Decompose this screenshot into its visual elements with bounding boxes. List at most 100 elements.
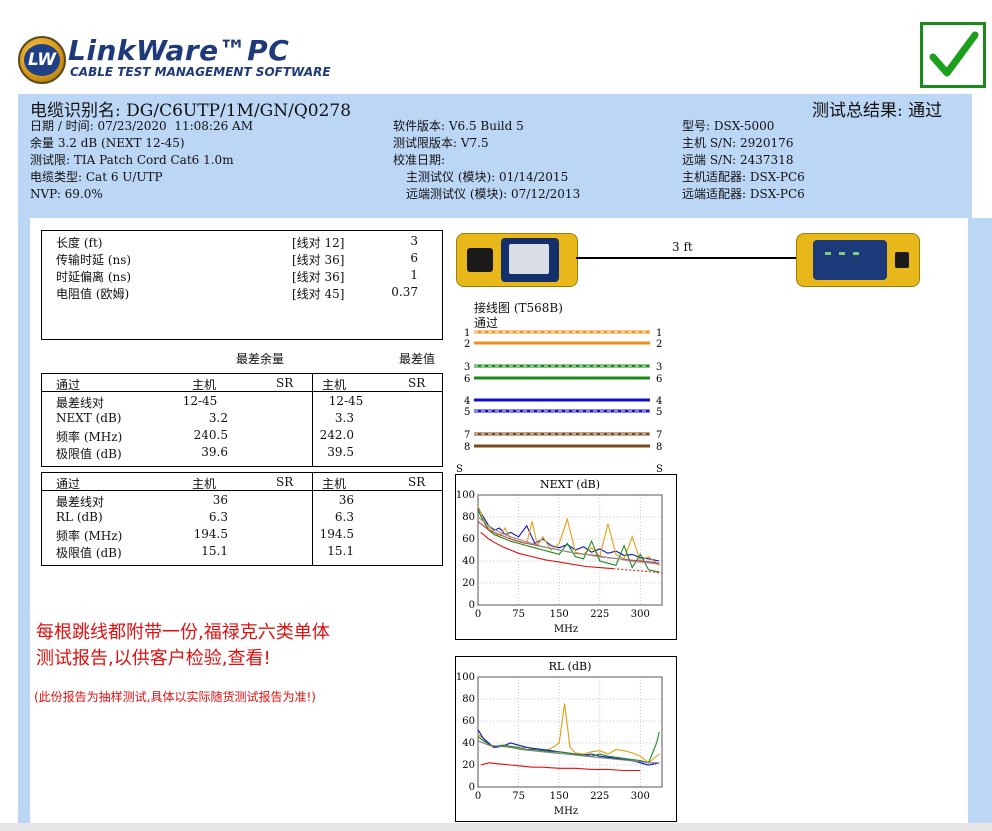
- next-row-label: 最差线对: [56, 396, 105, 410]
- rl-sr-header: SR: [276, 475, 294, 489]
- summary-middle-line: 测试限版本: V7.5: [393, 136, 489, 150]
- next-chart: NEXT (dB)0204060801000 75 150 225 300MHz: [456, 478, 663, 635]
- wiremap-diagram: 1 12 23 36 64 45 57 78 8S S: [456, 328, 663, 474]
- note-line-1: 每根跳线都附带一份,福禄克六类单体: [36, 622, 330, 643]
- rl-ytick-label: 100: [456, 672, 475, 683]
- rl-row-host: 6.3: [208, 510, 228, 524]
- wiremap-pin-left: 3: [464, 362, 470, 373]
- rl-row-label: 最差线对: [56, 495, 105, 509]
- summary-right-line: 型号: DSX-5000: [682, 119, 775, 133]
- right-border: [968, 218, 992, 831]
- delay-skew-value: 1: [410, 268, 418, 282]
- next-xtick-label: 150: [550, 609, 569, 620]
- rl-sr-header-2: SR: [408, 475, 426, 489]
- resistance-pair: [线对 45]: [292, 287, 345, 301]
- rl-row-label: RL (dB): [56, 510, 103, 524]
- next-xtick-label: 75: [512, 609, 525, 620]
- next-sr-header: SR: [276, 376, 294, 390]
- length-value: 3: [410, 234, 418, 248]
- wiremap-pin-right: 6: [656, 374, 662, 385]
- length-delay-box: 长度 (ft) [线对 12] 3 传输时延 (ns) [线对 36] 6 时延…: [41, 230, 443, 340]
- summary-left-line: NVP: 69.0%: [30, 187, 103, 201]
- rl-row-host: 36: [212, 493, 228, 507]
- summary-left-line: 电缆类型: Cat 6 U/UTP: [30, 170, 163, 184]
- length-label: 长度 (ft): [56, 236, 103, 250]
- next-row-label: NEXT (dB): [56, 411, 122, 425]
- left-border: [18, 218, 30, 831]
- rl-xtick-label: 300: [631, 791, 650, 802]
- note-line-2: 测试报告,以供客户检验,查看!: [36, 648, 271, 669]
- rl-row-host: 15.1: [201, 544, 228, 558]
- wiremap-shield-right: S: [656, 464, 663, 474]
- wiremap-pin-right: 5: [656, 407, 662, 418]
- rl-row-label: 极限值 (dB): [56, 546, 122, 560]
- rl-chart-box: RL (dB) 0 20 40 60 80 100 0 75 150 225 300 MHz: [455, 656, 677, 822]
- next-row-host: 3.2: [208, 411, 228, 425]
- main-tester-image: [456, 233, 578, 287]
- link-length: 3 ft: [672, 240, 693, 254]
- summary-middle-line: 软件版本: V6.5 Build 5: [393, 119, 524, 133]
- summary-middle-line: 远端测试仪 (模块): 07/12/2013: [406, 187, 581, 201]
- next-ytick-label: 60: [462, 534, 475, 545]
- remote-tester-image: [796, 233, 920, 287]
- wiremap-pin-right: 3: [656, 362, 662, 373]
- worst-value-header: 最差值: [399, 352, 436, 366]
- wiremap-pin-right: 2: [656, 339, 662, 350]
- wiremap-pin-left: 7: [464, 430, 470, 441]
- worst-margin-header: 最差余量: [236, 352, 285, 366]
- wiremap-pin-left: 8: [464, 442, 470, 453]
- summary-right-line: 远端适配器: DSX-PC6: [682, 187, 805, 201]
- next-series-line-3: [477, 510, 660, 573]
- rl-row-label: 频率 (MHz): [56, 529, 123, 543]
- next-row-host-2: 39.5: [327, 445, 354, 459]
- next-row-label: 极限值 (dB): [56, 447, 122, 461]
- next-plot-area: [477, 494, 663, 606]
- summary-left-line: 测试限: TIA Patch Cord Cat6 1.0m: [30, 153, 234, 167]
- pass-check-icon: [920, 22, 986, 88]
- next-xtick-label: 300: [631, 609, 650, 620]
- next-chart-box: NEXT (dB) 0 20 40 60 80 100 0 75 150 225 300 MHz: [455, 474, 677, 640]
- wiremap-pin-right: 1: [656, 328, 662, 339]
- rl-host-header-2: 主机: [322, 477, 347, 491]
- next-table: 通过 主机 SR 主机 SR 最差线对 12-45 12-45 NEXT (dB…: [41, 373, 443, 467]
- rl-xaxis-label: MHz: [554, 806, 578, 817]
- rl-row-host-2: 6.3: [334, 510, 354, 524]
- rl-row-host-2: 194.5: [319, 527, 354, 541]
- summary-right-line: 远端 S/N: 2437318: [682, 153, 794, 167]
- summary-right-line: 主机适配器: DSX-PC6: [682, 170, 805, 184]
- wiremap-pin-right: 4: [656, 396, 662, 407]
- rl-xtick-label: 225: [590, 791, 609, 802]
- rl-row-host-2: 15.1: [327, 544, 354, 558]
- rl-table: 通过 主机 SR 主机 SR 最差线对 36 36 RL (dB) 6.3 6.…: [41, 472, 443, 566]
- bottom-scrollbar[interactable]: [0, 823, 992, 831]
- delay-skew-pair: [线对 36]: [292, 270, 345, 284]
- length-pair: [线对 12]: [292, 236, 345, 250]
- rl-status: 通过: [56, 477, 81, 491]
- next-ytick-label: 20: [462, 578, 475, 589]
- next-row-label: 频率 (MHz): [56, 430, 123, 444]
- next-status: 通过: [56, 378, 81, 392]
- rl-ytick-label: 80: [462, 694, 475, 705]
- next-row-host: 240.5: [193, 428, 228, 442]
- next-xtick-label: 0: [475, 609, 481, 620]
- rl-chart: RL (dB)0204060801000 75 150 225 300MHz: [456, 660, 663, 817]
- rl-host-header: 主机: [192, 477, 217, 491]
- linkware-logo-badge: LW: [18, 36, 66, 84]
- next-ytick-label: 80: [462, 512, 475, 523]
- logo-badge-text: LW: [24, 44, 60, 76]
- wiremap-shield-left: S: [456, 464, 463, 474]
- delay-skew-label: 时延偏离 (ns): [56, 270, 132, 284]
- wiremap-pin-left: 6: [464, 374, 470, 385]
- next-xtick-label: 225: [590, 609, 609, 620]
- rl-xtick-label: 75: [512, 791, 525, 802]
- prop-delay-pair: [线对 36]: [292, 253, 345, 267]
- next-row-host: 12-45: [182, 394, 218, 408]
- resistance-value: 0.37: [391, 285, 418, 299]
- rl-series-line-5: [480, 762, 641, 772]
- next-row-host-2: 242.0: [319, 428, 354, 442]
- rl-row-host: 194.5: [193, 527, 228, 541]
- next-chart-title: NEXT (dB): [540, 478, 600, 491]
- overall-result: 测试总结果: 通过: [812, 101, 943, 121]
- resistance-label: 电阻值 (欧姆): [56, 287, 130, 301]
- rl-xtick-label: 150: [550, 791, 569, 802]
